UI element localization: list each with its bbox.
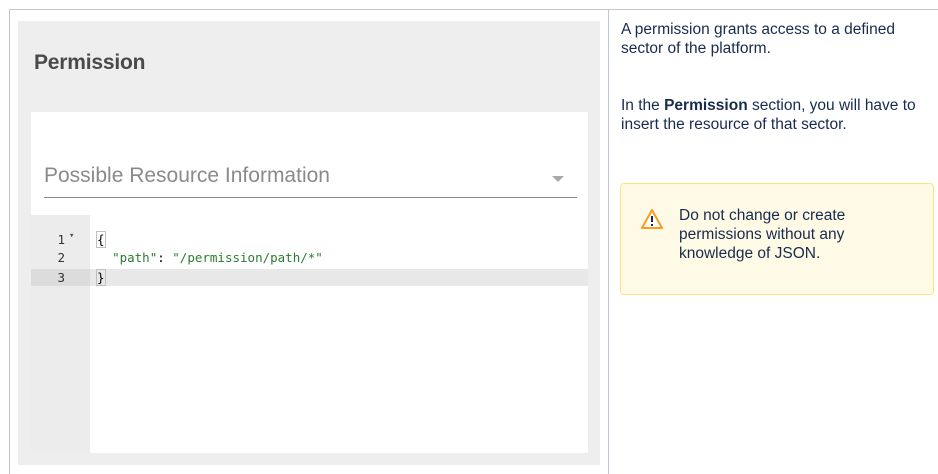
line-number: 1: [57, 232, 65, 247]
code-line: {: [96, 231, 106, 248]
warning-text: Do not change or create permissions with…: [679, 207, 846, 262]
warning-note: Do not change or create permissions with…: [620, 183, 934, 295]
json-editor[interactable]: 1 ▾ { 2 "path": "/permission/path/*" 3 }: [31, 215, 588, 453]
active-line: [90, 269, 588, 286]
json-value: "/permission/path/*": [172, 250, 323, 265]
fold-arrow-icon[interactable]: ▾: [69, 231, 74, 241]
code-line: "path": "/permission/path/*": [97, 250, 323, 265]
line-number: 3: [57, 270, 65, 285]
code-line: }: [96, 269, 106, 286]
panel-title: Permission: [34, 51, 146, 74]
json-separator: :: [157, 250, 173, 265]
line-number: 2: [57, 250, 65, 265]
json-key: "path": [112, 250, 158, 265]
warning-icon: [641, 209, 663, 229]
open-brace: {: [96, 231, 106, 248]
description-paragraph-2: In the Permission section, you will have…: [621, 96, 931, 134]
select-underline: [44, 197, 577, 198]
chevron-down-icon[interactable]: [552, 176, 564, 182]
close-brace: }: [96, 269, 106, 286]
description-paragraph-1: A permission grants access to a defined …: [621, 21, 895, 57]
desc-bold: Permission: [664, 97, 748, 114]
resource-select[interactable]: Possible Resource Information: [44, 164, 330, 188]
desc-text: In the: [621, 97, 665, 114]
text-cursor: [104, 270, 106, 284]
